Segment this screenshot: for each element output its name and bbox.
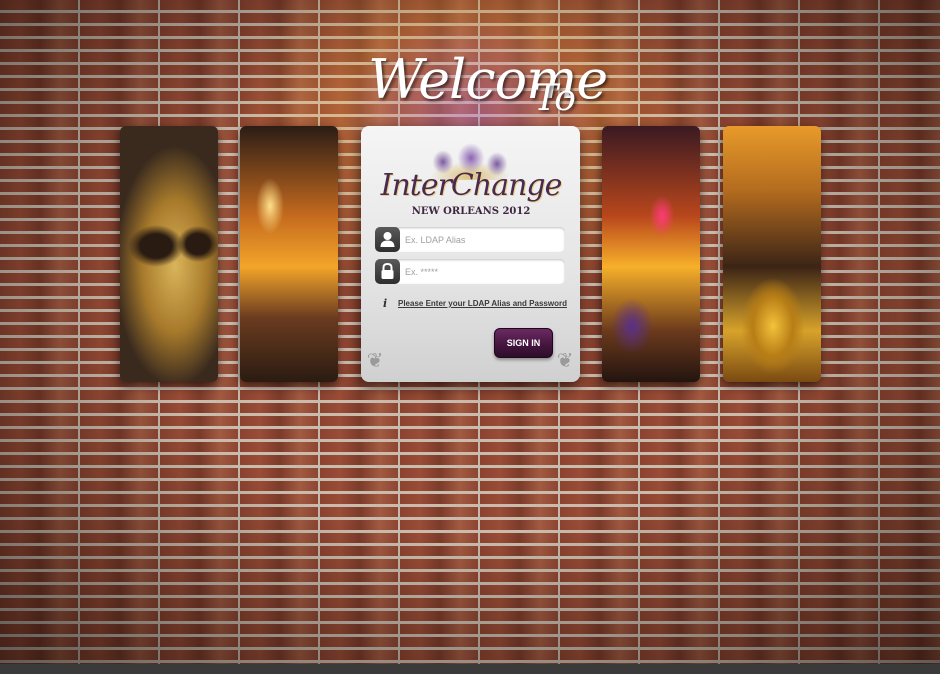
lock-icon bbox=[375, 259, 400, 284]
username-input[interactable] bbox=[405, 231, 557, 248]
interchange-logo: InterChange NEW ORLEANS 2012 bbox=[365, 140, 577, 226]
mask-photo bbox=[120, 126, 218, 382]
to-word: To bbox=[534, 78, 576, 119]
saxophone-photo bbox=[723, 126, 821, 382]
username-field bbox=[375, 227, 565, 252]
street-photo-left bbox=[240, 126, 338, 382]
street-photo-right bbox=[602, 126, 700, 382]
password-field bbox=[375, 259, 565, 284]
flourish-ornament-icon: ❦ bbox=[556, 348, 574, 372]
logo-subtitle: NEW ORLEANS 2012 bbox=[411, 206, 531, 217]
hint-text[interactable]: Please Enter your LDAP Alias and Passwor… bbox=[398, 299, 567, 308]
welcome-heading: Welcome To bbox=[362, 40, 608, 130]
flourish-ornament-icon: ❦ bbox=[366, 348, 384, 372]
logo-title: InterChange bbox=[380, 168, 563, 203]
sign-in-button[interactable]: SIGN IN bbox=[494, 328, 553, 358]
login-card: InterChange NEW ORLEANS 2012 i Please En… bbox=[361, 126, 580, 382]
floor-strip bbox=[0, 664, 940, 674]
login-hint: i Please Enter your LDAP Alias and Passw… bbox=[381, 297, 571, 311]
user-icon bbox=[375, 227, 400, 252]
info-icon: i bbox=[383, 297, 388, 310]
password-input[interactable] bbox=[405, 263, 557, 280]
